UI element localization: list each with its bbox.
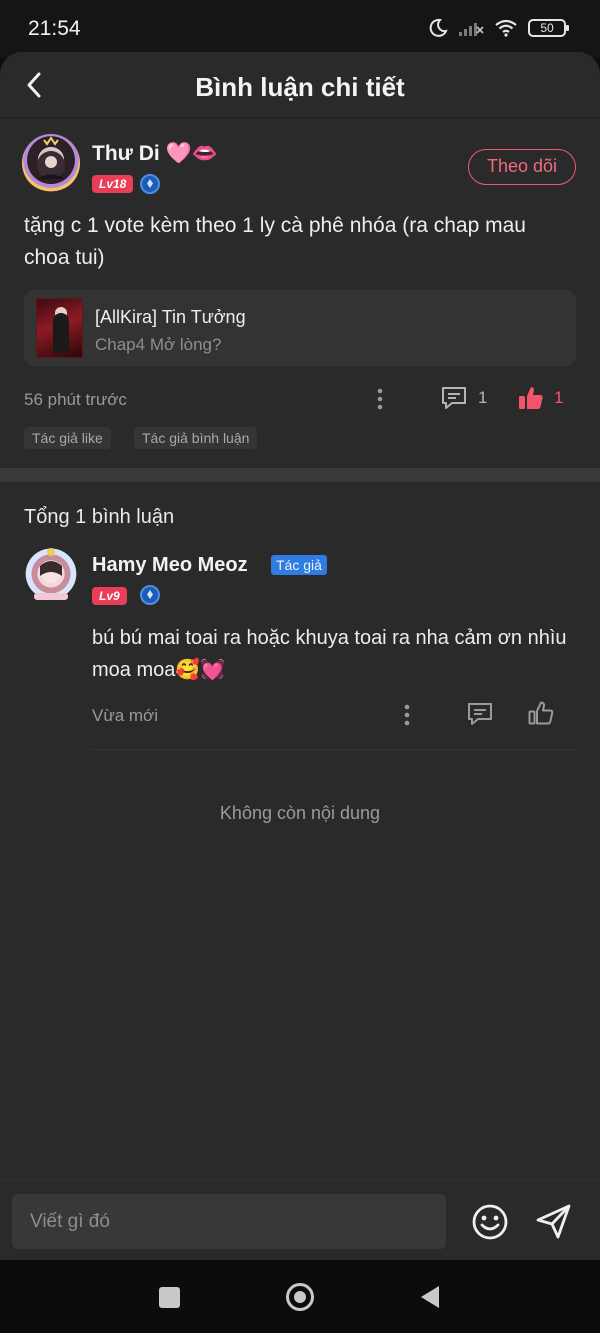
level-badge: Lv18	[92, 175, 134, 193]
vip-gem-icon	[140, 174, 160, 194]
end-of-content: Không còn nội dung	[219, 803, 381, 823]
reply-button[interactable]: 1	[440, 385, 487, 411]
comment-time: 56 phút trước	[24, 390, 127, 409]
moon-icon	[429, 18, 448, 37]
avatar[interactable]	[22, 134, 80, 192]
reply-avatar[interactable]	[22, 546, 80, 604]
reply-reply-button[interactable]	[466, 701, 494, 732]
vip-gem-icon	[140, 585, 160, 605]
send-button[interactable]	[534, 1201, 574, 1241]
emoji-button[interactable]	[470, 1202, 510, 1242]
header: Bình luận chi tiết	[0, 52, 600, 118]
thumbs-up-icon	[519, 387, 543, 409]
page-title: Bình luận chi tiết	[195, 72, 405, 102]
reply-like-button[interactable]	[528, 700, 554, 731]
avatar-frame-icon	[37, 136, 65, 179]
comment-input[interactable]	[12, 1194, 446, 1249]
system-nav-bar	[0, 1260, 600, 1333]
status-time: 21:54	[28, 17, 81, 40]
reply-time: Vừa mới	[92, 706, 158, 725]
chapter-cover-image	[36, 298, 83, 358]
reply-more-button[interactable]	[395, 701, 419, 729]
reply-divider	[92, 749, 576, 750]
status-bar: 21:54 50	[0, 0, 600, 58]
author-badge: Tác giả	[271, 555, 327, 575]
reply-count: 1	[478, 388, 488, 407]
tag-author-like: Tác giả like	[24, 427, 111, 449]
comment-text: tặng c 1 vote kèm theo 1 ly cà phê nhóa …	[24, 214, 526, 269]
thumbs-up-icon	[528, 701, 554, 725]
section-divider	[0, 468, 600, 482]
more-button[interactable]	[368, 385, 392, 413]
follow-button[interactable]: Theo dõi	[468, 149, 576, 185]
chapter-card[interactable]: [AllKira] Tin Tưởng Chap4 Mở lòng?	[24, 290, 576, 366]
like-button[interactable]: 1	[518, 385, 563, 411]
reply-author-name[interactable]: Hamy Meo Meoz	[92, 554, 248, 577]
comment-detail-sheet: Bình luận chi tiết Thư Di 🩷👄 Lv18 Theo d…	[0, 52, 600, 1260]
smiley-icon	[472, 1204, 508, 1240]
level-badge: Lv9	[92, 587, 127, 605]
author-name[interactable]: Thư Di 🩷👄	[92, 142, 218, 166]
tag-author-comment: Tác giả bình luận	[134, 427, 258, 449]
wifi-icon	[495, 19, 517, 37]
back-nav-button[interactable]	[418, 1284, 442, 1310]
recents-button[interactable]	[159, 1287, 180, 1308]
avatar-frame-icon	[34, 548, 68, 600]
reply-text: bú bú mai toai ra hoặc khuya toai ra nha…	[92, 627, 567, 681]
comment-icon	[468, 703, 492, 725]
replies-total: Tổng 1 bình luận	[24, 506, 175, 528]
comment-icon	[442, 387, 466, 409]
more-vertical-icon	[404, 704, 410, 726]
more-vertical-icon	[377, 388, 383, 410]
signal-icon	[459, 23, 484, 36]
status-icons: 50	[428, 18, 569, 38]
chapter-subtitle: Chap4 Mở lòng?	[95, 335, 222, 354]
chapter-title: [AllKira] Tin Tưởng	[95, 307, 246, 327]
composer	[0, 1180, 600, 1260]
like-count: 1	[554, 388, 564, 407]
send-icon	[536, 1204, 571, 1239]
battery-icon: 50	[528, 19, 569, 37]
home-button[interactable]	[285, 1282, 315, 1312]
